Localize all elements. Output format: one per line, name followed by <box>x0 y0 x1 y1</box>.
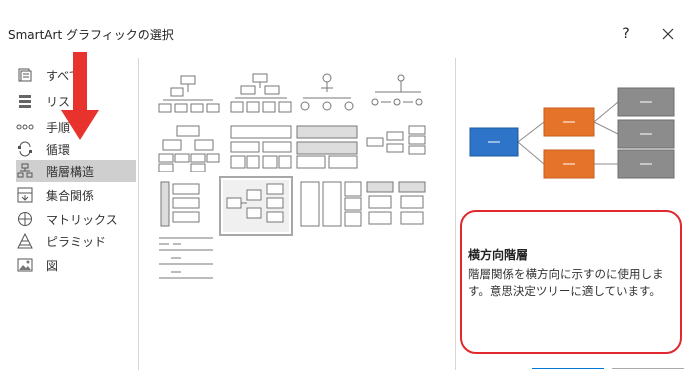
close-icon <box>662 28 674 40</box>
relationship-icon <box>16 187 34 203</box>
layout-thumbnail[interactable] <box>295 124 359 172</box>
picture-icon <box>16 257 34 273</box>
process-icon <box>16 119 34 135</box>
layout-thumbnail[interactable] <box>157 180 221 228</box>
help-button[interactable]: ? <box>616 23 636 45</box>
category-relationship[interactable]: 集合関係 <box>16 184 136 206</box>
category-label: 階層構造 <box>46 164 95 179</box>
pyramid-icon <box>16 233 34 249</box>
layout-thumbnail[interactable] <box>299 180 363 228</box>
layout-title: 横方向階層 <box>468 248 529 262</box>
dialog-title: SmartArt グラフィックの選択 <box>8 28 174 42</box>
layout-thumbnail[interactable] <box>365 124 429 172</box>
category-picture[interactable]: 図 <box>16 254 136 276</box>
close-button[interactable] <box>656 23 680 45</box>
layout-thumbnail-horizontal-hierarchy[interactable] <box>219 176 293 236</box>
preview-diagram <box>469 87 675 179</box>
category-hierarchy[interactable]: 階層構造 <box>16 160 136 182</box>
all-icon <box>16 67 34 83</box>
matrix-icon <box>16 211 34 227</box>
ok-button-edge[interactable] <box>532 368 604 380</box>
list-icon <box>16 93 34 109</box>
hierarchy-icon <box>16 163 34 179</box>
layout-thumbnail[interactable] <box>365 180 429 228</box>
cancel-button-edge[interactable] <box>612 368 684 380</box>
layout-description: 階層関係を横方向に示すのに使用します。意思決定ツリーに適しています。 <box>468 267 664 298</box>
layout-thumbnail[interactable] <box>229 70 293 118</box>
layout-thumbnail[interactable] <box>295 70 359 118</box>
category-label: 循環 <box>46 142 71 157</box>
category-label: マトリックス <box>46 212 118 227</box>
category-label: ピラミッド <box>46 234 107 249</box>
layout-gallery <box>138 58 456 370</box>
layout-thumbnail[interactable] <box>157 236 221 284</box>
layout-thumbnail[interactable] <box>229 124 293 172</box>
category-label: 図 <box>46 258 59 273</box>
category-pyramid[interactable]: ピラミッド <box>16 230 136 252</box>
category-label: 集合関係 <box>46 188 95 203</box>
layout-thumbnail[interactable] <box>365 70 429 118</box>
layout-thumbnail[interactable] <box>157 70 221 118</box>
title-bar: SmartArt グラフィックの選択 ? <box>0 20 690 48</box>
layout-thumbnail[interactable] <box>157 124 221 172</box>
category-matrix[interactable]: マトリックス <box>16 208 136 230</box>
smartart-dialog: SmartArt グラフィックの選択 ? すべて リスト 手順 循環 階層構造 … <box>0 0 690 380</box>
cycle-icon <box>16 141 34 157</box>
annotation-arrow <box>61 52 99 140</box>
